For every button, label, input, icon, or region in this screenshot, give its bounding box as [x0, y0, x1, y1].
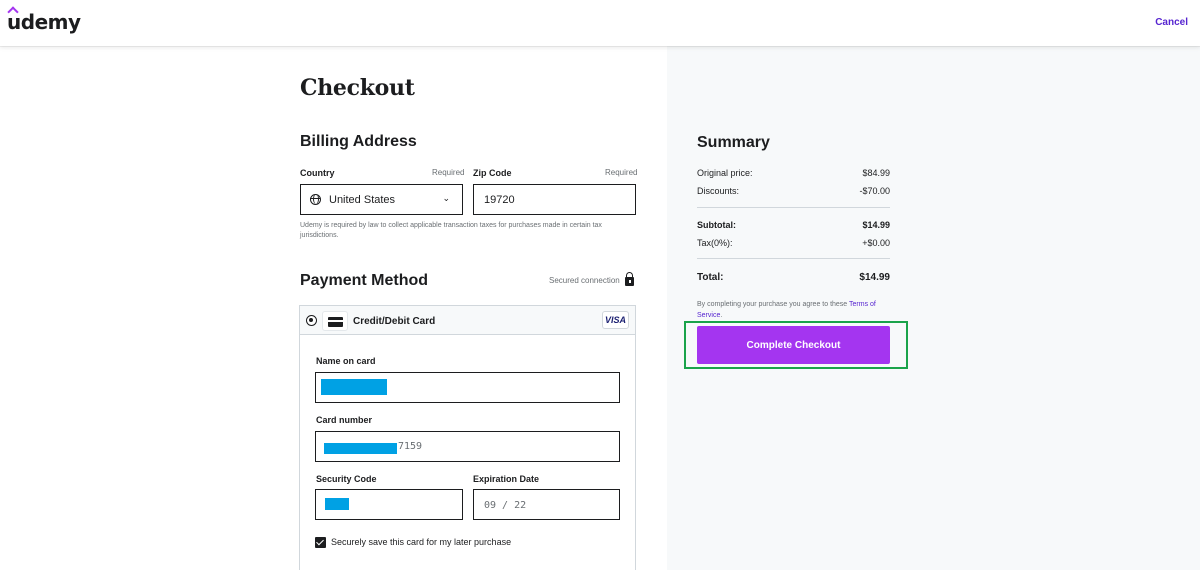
summary-divider — [697, 207, 890, 208]
total-row: Total: $14.99 — [697, 272, 890, 283]
summary-divider — [697, 258, 890, 259]
globe-icon — [310, 194, 321, 205]
tax-note: Udemy is required by law to collect appl… — [300, 222, 602, 239]
discounts-label: Discounts: — [697, 186, 740, 196]
redacted-card-number — [324, 443, 397, 454]
redacted-security-code — [325, 498, 349, 510]
subtotal-row: Subtotal: $14.99 — [697, 220, 890, 230]
summary-title: Summary — [697, 134, 770, 151]
card-icon-wrapper — [322, 311, 348, 331]
tax-row: Tax(0%): +$0.00 — [697, 238, 890, 248]
security-code-input[interactable] — [315, 489, 463, 520]
complete-checkout-button[interactable]: Complete Checkout — [697, 326, 890, 364]
discounts-value: -$70.00 — [859, 186, 890, 196]
payment-option-credit-card[interactable]: Credit/Debit Card VISA — [300, 306, 635, 335]
security-code-label: Security Code — [316, 474, 377, 484]
subtotal-value: $14.99 — [862, 220, 890, 230]
expiration-value: 09 / 22 — [484, 500, 527, 511]
top-header: udemy Cancel — [0, 0, 1200, 46]
save-card-label[interactable]: Securely save this card for my later pur… — [331, 537, 511, 547]
original-price-label: Original price: — [697, 168, 753, 178]
card-number-input[interactable]: 7159 — [315, 431, 620, 462]
terms-suffix: . — [720, 311, 723, 319]
payment-method-label: Credit/Debit Card — [353, 316, 436, 327]
zip-required: Required — [605, 168, 638, 177]
tax-label: Tax(0%): — [697, 238, 733, 248]
visa-icon: VISA — [602, 311, 629, 329]
expiration-date-input[interactable]: 09 / 22 — [473, 489, 620, 520]
cancel-link[interactable]: Cancel — [1155, 17, 1188, 28]
card-number-label: Card number — [316, 415, 373, 425]
country-required: Required — [432, 168, 465, 177]
country-value: United States — [329, 194, 396, 206]
original-price-value: $84.99 — [862, 168, 890, 178]
expiration-label: Expiration Date — [473, 474, 540, 484]
terms-prefix: By completing your purchase you agree to… — [697, 301, 850, 308]
page-title: Checkout — [300, 75, 415, 101]
save-card-checkbox[interactable] — [315, 537, 326, 548]
subtotal-label: Subtotal: — [697, 220, 736, 230]
country-select[interactable]: United States ⌄ — [300, 184, 463, 215]
tax-value: +$0.00 — [862, 238, 890, 248]
terms-text: By completing your purchase you agree to… — [697, 300, 892, 321]
payment-heading: Payment Method — [300, 272, 429, 289]
credit-card-icon — [328, 317, 343, 327]
name-on-card-input[interactable] — [315, 372, 620, 403]
chevron-down-icon: ⌄ — [442, 193, 450, 203]
secured-connection-text: Secured connection — [549, 276, 620, 285]
zip-label: Zip Code — [473, 168, 512, 178]
billing-heading: Billing Address — [300, 133, 417, 150]
original-price-row: Original price: $84.99 — [697, 168, 890, 178]
lock-icon — [625, 272, 634, 286]
total-value: $14.99 — [859, 272, 890, 283]
total-label: Total: — [697, 272, 724, 283]
radio-selected[interactable] — [306, 315, 317, 326]
discounts-row: Discounts: -$70.00 — [697, 186, 890, 196]
name-on-card-label: Name on card — [316, 356, 376, 366]
card-number-suffix: 7159 — [398, 441, 423, 452]
zip-code-input[interactable]: 19720 — [473, 184, 636, 215]
zip-value: 19720 — [484, 194, 515, 206]
country-label: Country — [300, 168, 335, 178]
udemy-logo[interactable]: udemy — [7, 10, 81, 34]
redacted-name — [321, 379, 387, 395]
